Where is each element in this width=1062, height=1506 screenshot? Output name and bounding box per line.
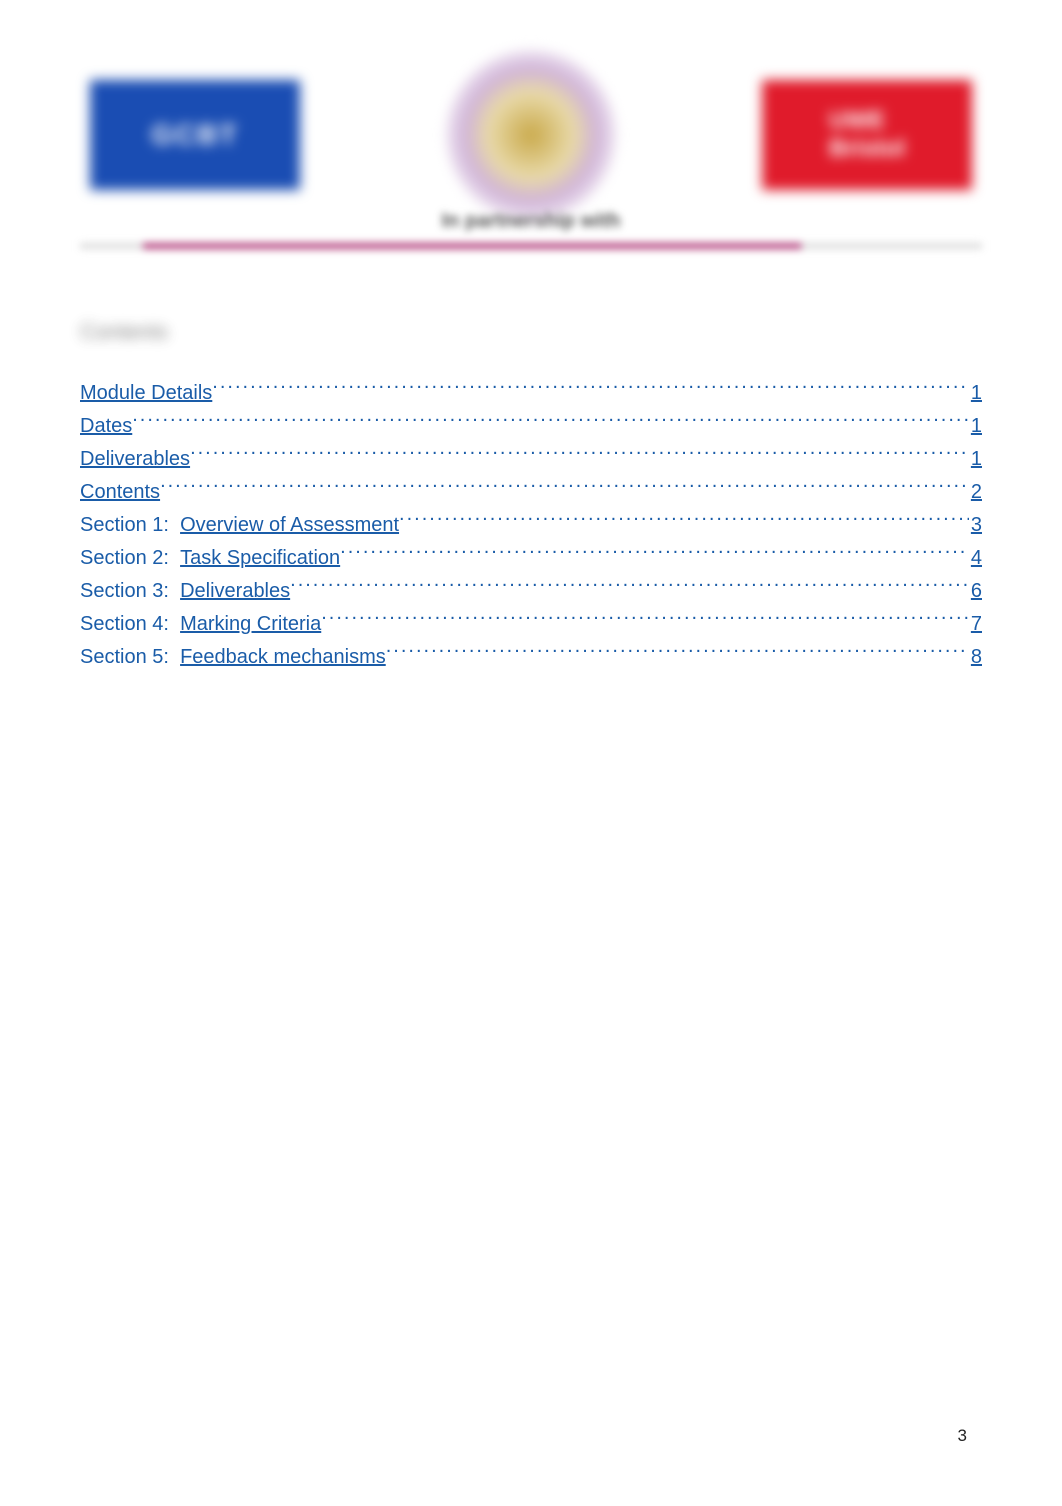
toc-dots [321,606,969,630]
logo-left: GCBT [90,80,300,190]
logo-right-text2: Bristol [829,135,905,163]
partnership-caption: In partnership with [80,210,982,233]
toc-dots [340,540,969,564]
toc-row: Section 3: Deliverables 6 [80,573,982,606]
logo-right: UWE Bristol [762,80,972,190]
toc-page[interactable]: 7 [969,610,982,639]
logo-left-text: GCBT [151,119,238,151]
toc-page[interactable]: 1 [969,412,982,441]
toc-dots [132,408,969,432]
table-of-contents: Module Details 1 Dates 1 Deliverables 1 … [80,375,982,672]
toc-prefix: Section 4: [80,610,169,639]
toc-page[interactable]: 2 [969,478,982,507]
toc-row: Contents 2 [80,474,982,507]
toc-row: Section 1: Overview of Assessment 3 [80,507,982,540]
toc-dots [399,507,969,531]
logo-right-text1: UWE [829,107,905,135]
toc-row: Section 2: Task Specification 4 [80,540,982,573]
toc-dots [190,441,969,465]
toc-dots [212,375,969,399]
toc-row: Module Details 1 [80,375,982,408]
toc-prefix: Section 1: [80,511,169,540]
logo-center-crest [446,50,616,220]
toc-page[interactable]: 1 [969,379,982,408]
toc-link-section1[interactable]: Overview of Assessment [180,511,399,540]
document-page: GCBT UWE Bristol In partnership with Con… [0,0,1062,1506]
toc-dots [386,639,969,663]
toc-dots [290,573,969,597]
toc-link-module-details[interactable]: Module Details [80,379,212,408]
toc-row: Section 4: Marking Criteria 7 [80,606,982,639]
header-logos: GCBT UWE Bristol [80,50,982,220]
toc-page[interactable]: 1 [969,445,982,474]
toc-link-contents[interactable]: Contents [80,478,160,507]
toc-link-section4[interactable]: Marking Criteria [180,610,321,639]
toc-page[interactable]: 6 [969,577,982,606]
toc-page[interactable]: 8 [969,643,982,672]
toc-page[interactable]: 4 [969,544,982,573]
contents-heading: Contents [80,319,982,345]
toc-prefix: Section 5: [80,643,169,672]
toc-link-section5[interactable]: Feedback mechanisms [180,643,386,672]
toc-prefix: Section 2: [80,544,169,573]
toc-page[interactable]: 3 [969,511,982,540]
toc-link-section2[interactable]: Task Specification [180,544,340,573]
toc-dots [160,474,969,498]
header-divider [80,243,982,249]
toc-row: Section 5: Feedback mechanisms 8 [80,639,982,672]
toc-link-section3[interactable]: Deliverables [180,577,290,606]
toc-link-deliverables[interactable]: Deliverables [80,445,190,474]
page-number: 3 [958,1426,967,1446]
toc-row: Dates 1 [80,408,982,441]
toc-link-dates[interactable]: Dates [80,412,132,441]
toc-prefix: Section 3: [80,577,169,606]
toc-row: Deliverables 1 [80,441,982,474]
divider-wrap [80,243,982,249]
